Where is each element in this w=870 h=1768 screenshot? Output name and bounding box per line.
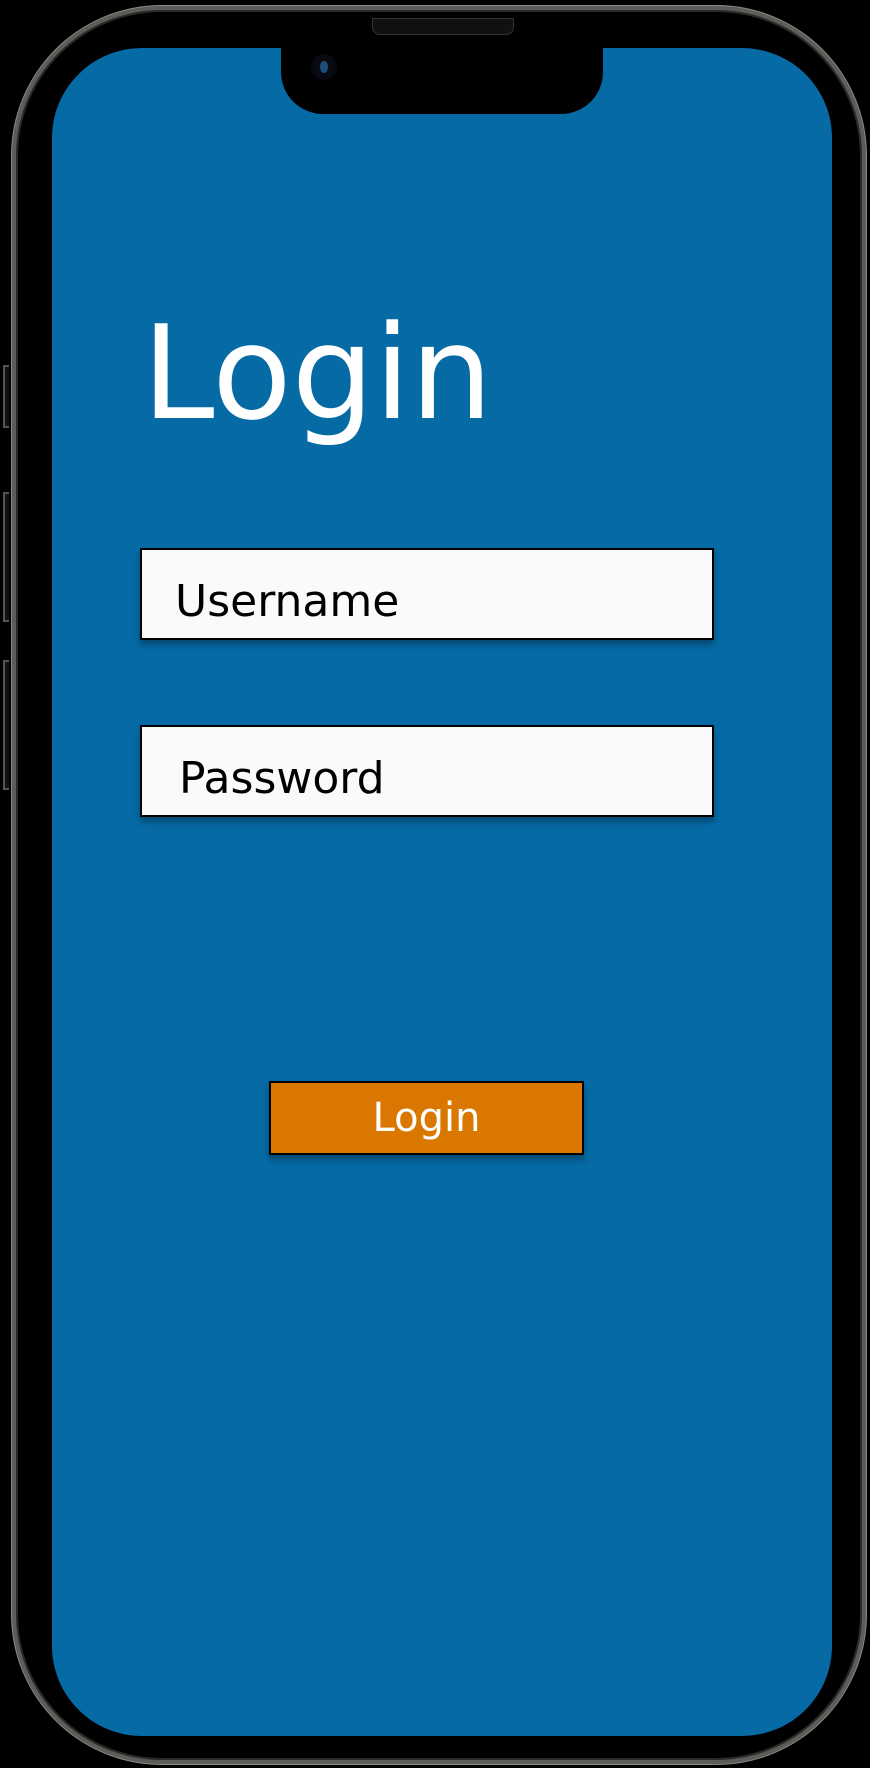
speaker-grille	[372, 18, 514, 35]
username-placeholder: Username	[175, 576, 400, 627]
camera-icon	[311, 54, 337, 80]
password-placeholder: Password	[179, 753, 385, 804]
mute-switch	[3, 365, 9, 428]
login-screen: Login Username Password Login	[52, 48, 832, 1736]
notch	[281, 48, 603, 114]
login-button[interactable]: Login	[269, 1081, 584, 1155]
volume-down-button	[3, 660, 9, 790]
volume-up-button	[3, 492, 9, 622]
page-title: Login	[142, 297, 493, 449]
password-input[interactable]: Password	[140, 725, 714, 817]
username-input[interactable]: Username	[140, 548, 714, 640]
